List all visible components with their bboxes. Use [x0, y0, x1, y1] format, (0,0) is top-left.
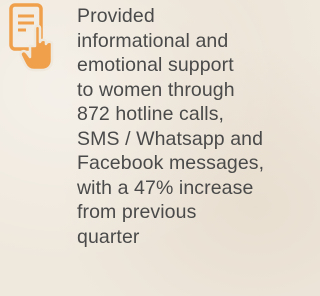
stat-line: with a 47% increase — [77, 176, 254, 199]
stat-line: emotional support — [77, 54, 234, 76]
stat-line: quarter — [77, 225, 140, 248]
stat-line: Provided — [77, 5, 155, 27]
stat-line: 872 hotline calls, — [77, 103, 225, 125]
support-stat-text: Provided informational and emotional suppo… — [77, 4, 307, 249]
stat-line: from previous — [77, 201, 197, 223]
stat-line: Facebook messages, — [77, 152, 265, 174]
phone-tap-icon — [8, 2, 58, 72]
stat-line: to women through — [77, 78, 235, 101]
stat-card: Provided informational and emotional suppo… — [0, 0, 310, 296]
stat-line: SMS / Whatsapp and — [77, 127, 264, 150]
stat-line: informational and — [77, 29, 229, 52]
